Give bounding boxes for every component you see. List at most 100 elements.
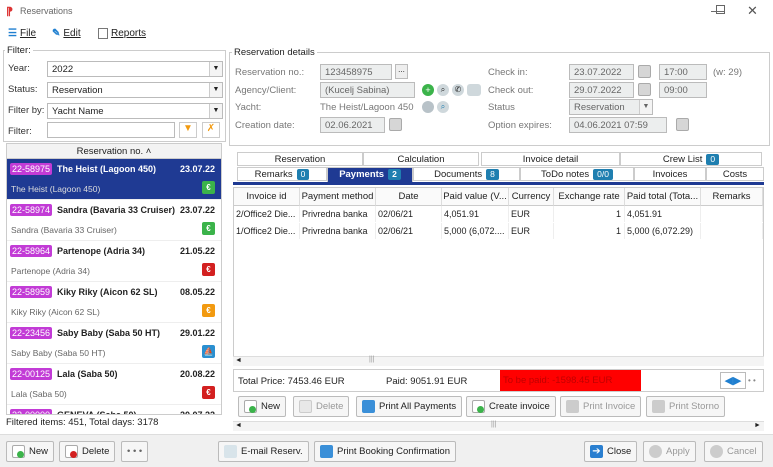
new-reservation-button[interactable]: New bbox=[6, 441, 55, 462]
new-payment-button[interactable]: New bbox=[238, 396, 287, 417]
list-item[interactable]: 22-58964 Partenope (Adria 34) 21.05.22 Part… bbox=[7, 241, 221, 282]
grid-scrollbar[interactable]: ◄ ||| bbox=[233, 356, 764, 366]
checkin-time[interactable]: 17:00 bbox=[659, 64, 707, 80]
email-reservation-button[interactable]: E-mail Reserv. bbox=[218, 441, 309, 462]
search-client-icon[interactable]: ⌕ bbox=[437, 84, 449, 96]
list-header[interactable]: Reservation no. ˄ bbox=[7, 144, 221, 159]
checkout-time[interactable]: 09:00 bbox=[659, 82, 707, 98]
delete-payment-button[interactable]: Delete bbox=[293, 396, 350, 417]
print-booking-button[interactable]: Print Booking Confirmation bbox=[314, 441, 456, 462]
more-icon[interactable]: • • bbox=[748, 376, 756, 385]
status-select[interactable]: Reservation ▼ bbox=[47, 82, 223, 98]
calendar-icon[interactable] bbox=[638, 65, 651, 78]
funnel-icon[interactable]: ▼ bbox=[179, 122, 197, 138]
delete-reservation-button[interactable]: Delete bbox=[59, 441, 116, 462]
apply-button[interactable]: Apply bbox=[643, 441, 696, 462]
chevron-down-icon: ▼ bbox=[209, 104, 222, 118]
column-header[interactable]: Invoice id bbox=[234, 188, 300, 206]
list-item[interactable]: 22-58974 Sandra (Bavaria 33 Cruiser) 23.07… bbox=[7, 200, 221, 241]
status-value: Reservation bbox=[52, 85, 103, 96]
year-select[interactable]: 2022 ▼ bbox=[47, 61, 223, 77]
tab-crew-list[interactable]: Crew List 0 bbox=[620, 152, 762, 166]
tab-label: Calculation bbox=[397, 154, 445, 165]
column-header[interactable]: Currency bbox=[509, 188, 554, 206]
option-field[interactable]: 04.06.2021 07:59 bbox=[569, 117, 667, 133]
menu-file[interactable]: ☰ File bbox=[8, 28, 36, 39]
created-field[interactable]: 02.06.2021 bbox=[320, 117, 385, 133]
clear-filter-icon[interactable]: ✗ bbox=[202, 122, 220, 138]
edit-icon: ✎ bbox=[52, 28, 61, 39]
column-header[interactable]: Payment method bbox=[300, 188, 376, 206]
more-options-button[interactable]: • • • bbox=[121, 441, 149, 462]
status-detail-value: Reservation bbox=[574, 102, 625, 113]
create-invoice-button[interactable]: Create invoice bbox=[466, 396, 556, 417]
print-invoice-button[interactable]: Print Invoice bbox=[560, 396, 642, 417]
tab-remarks[interactable]: Remarks 0 bbox=[237, 167, 327, 181]
list-item[interactable]: 22-00000 GENEVA (Saba 50) 20.07.22 bbox=[7, 405, 221, 414]
table-row[interactable]: 1/Office2 Die... Privredna banka 02/06/21 5… bbox=[234, 223, 763, 239]
close-window-button[interactable]: ✕ bbox=[747, 3, 758, 19]
scroll-left-icon[interactable]: ◄ bbox=[235, 357, 242, 364]
list-item[interactable]: 22-00125 Lala (Saba 50) 20.08.22 Lala (Saba… bbox=[7, 364, 221, 405]
scroll-thumb[interactable]: ||| bbox=[491, 421, 496, 428]
cancel-button[interactable]: Cancel bbox=[704, 441, 763, 462]
add-client-icon[interactable]: + bbox=[422, 84, 434, 96]
calendar-icon[interactable] bbox=[676, 118, 689, 131]
close-label: Close bbox=[607, 446, 632, 457]
details-scrollbar[interactable]: ◄ ||| ► bbox=[233, 421, 764, 431]
resno-browse-button[interactable]: ... bbox=[395, 64, 408, 79]
resno-field[interactable]: 123458975 bbox=[320, 64, 392, 80]
checkin-date[interactable]: 23.07.2022 bbox=[569, 64, 634, 80]
print-invoice-label: Print Invoice bbox=[583, 401, 636, 412]
list-item[interactable]: 22-58959 Kiky Riky (Aicon 62 SL) 08.05.22 K… bbox=[7, 282, 221, 323]
checkout-date[interactable]: 29.07.2022 bbox=[569, 82, 634, 98]
print-all-payments-button[interactable]: Print All Payments bbox=[356, 396, 463, 417]
scroll-right-icon[interactable]: ► bbox=[754, 422, 761, 429]
tab-documents[interactable]: Documents 8 bbox=[413, 167, 520, 181]
to-be-paid: To be paid: -1598.45 EUR bbox=[500, 370, 641, 391]
column-header[interactable]: Paid value (V... bbox=[442, 188, 509, 206]
reservation-name: The Heist (Lagoon 450) bbox=[57, 164, 157, 174]
email-client-icon[interactable] bbox=[467, 84, 481, 96]
scroll-left-icon[interactable]: ◄ bbox=[235, 422, 242, 429]
yacht-info-icon[interactable] bbox=[422, 101, 434, 113]
calendar-icon[interactable] bbox=[389, 118, 402, 131]
tab-todo-notes[interactable]: ToDo notes 0/0 bbox=[520, 167, 634, 181]
navigate-arrows-icon[interactable]: ◀▶ bbox=[720, 372, 746, 389]
paid-total: Paid: 9051.91 EUR bbox=[386, 376, 468, 387]
reservation-subtitle: The Heist (Lagoon 450) bbox=[11, 184, 101, 194]
scroll-thumb[interactable]: ||| bbox=[369, 356, 374, 363]
tab-payments[interactable]: Payments 2 bbox=[327, 167, 413, 183]
maximize-button[interactable] bbox=[716, 5, 725, 14]
menu-edit[interactable]: ✎ Edit bbox=[52, 28, 81, 39]
column-header[interactable]: Remarks bbox=[701, 188, 763, 206]
column-header[interactable]: Exchange rate bbox=[554, 188, 625, 206]
filterby-select[interactable]: Yacht Name ▼ bbox=[47, 103, 223, 119]
tab-label: Payments bbox=[339, 169, 385, 180]
menu-bar: ☰ File ✎ Edit Reports bbox=[0, 24, 773, 46]
phone-icon[interactable]: ✆ bbox=[452, 84, 464, 96]
list-item[interactable]: 22-23456 Saby Baby (Saba 50 HT) 29.01.22 Sa… bbox=[7, 323, 221, 364]
app-icon: ⁋ bbox=[6, 6, 13, 18]
tab-reservation[interactable]: Reservation bbox=[237, 152, 363, 166]
column-header[interactable]: Date bbox=[376, 188, 442, 206]
tab-invoice-detail[interactable]: Invoice detail bbox=[481, 152, 620, 166]
calendar-icon[interactable] bbox=[638, 83, 651, 96]
tab-costs[interactable]: Costs bbox=[706, 167, 764, 181]
tab-label: Documents bbox=[434, 169, 483, 180]
close-button[interactable]: ➔ Close bbox=[584, 441, 638, 462]
agency-field[interactable]: (Kucelj Sabina) bbox=[320, 82, 415, 98]
reservation-date: 23.07.22 bbox=[179, 164, 215, 174]
table-cell: 5,000 (6,072.... bbox=[442, 223, 509, 239]
yacht-search-icon[interactable]: ⌕ bbox=[437, 101, 449, 113]
column-header[interactable]: Paid total (Tota... bbox=[625, 188, 701, 206]
cancel-label: Cancel bbox=[727, 446, 757, 457]
filter-input[interactable] bbox=[47, 122, 175, 138]
print-storno-button[interactable]: Print Storno bbox=[646, 396, 726, 417]
tab-calculation[interactable]: Calculation bbox=[363, 152, 479, 166]
tab-invoices[interactable]: Invoices bbox=[634, 167, 706, 181]
list-item[interactable]: 22-58975 The Heist (Lagoon 450) 23.07.22 Th… bbox=[7, 159, 221, 200]
status-detail-select[interactable]: Reservation ▼ bbox=[569, 99, 653, 115]
table-row[interactable]: 2/Office2 Die... Privredna banka 02/06/21 4… bbox=[234, 206, 763, 222]
menu-reports[interactable]: Reports bbox=[98, 28, 146, 39]
